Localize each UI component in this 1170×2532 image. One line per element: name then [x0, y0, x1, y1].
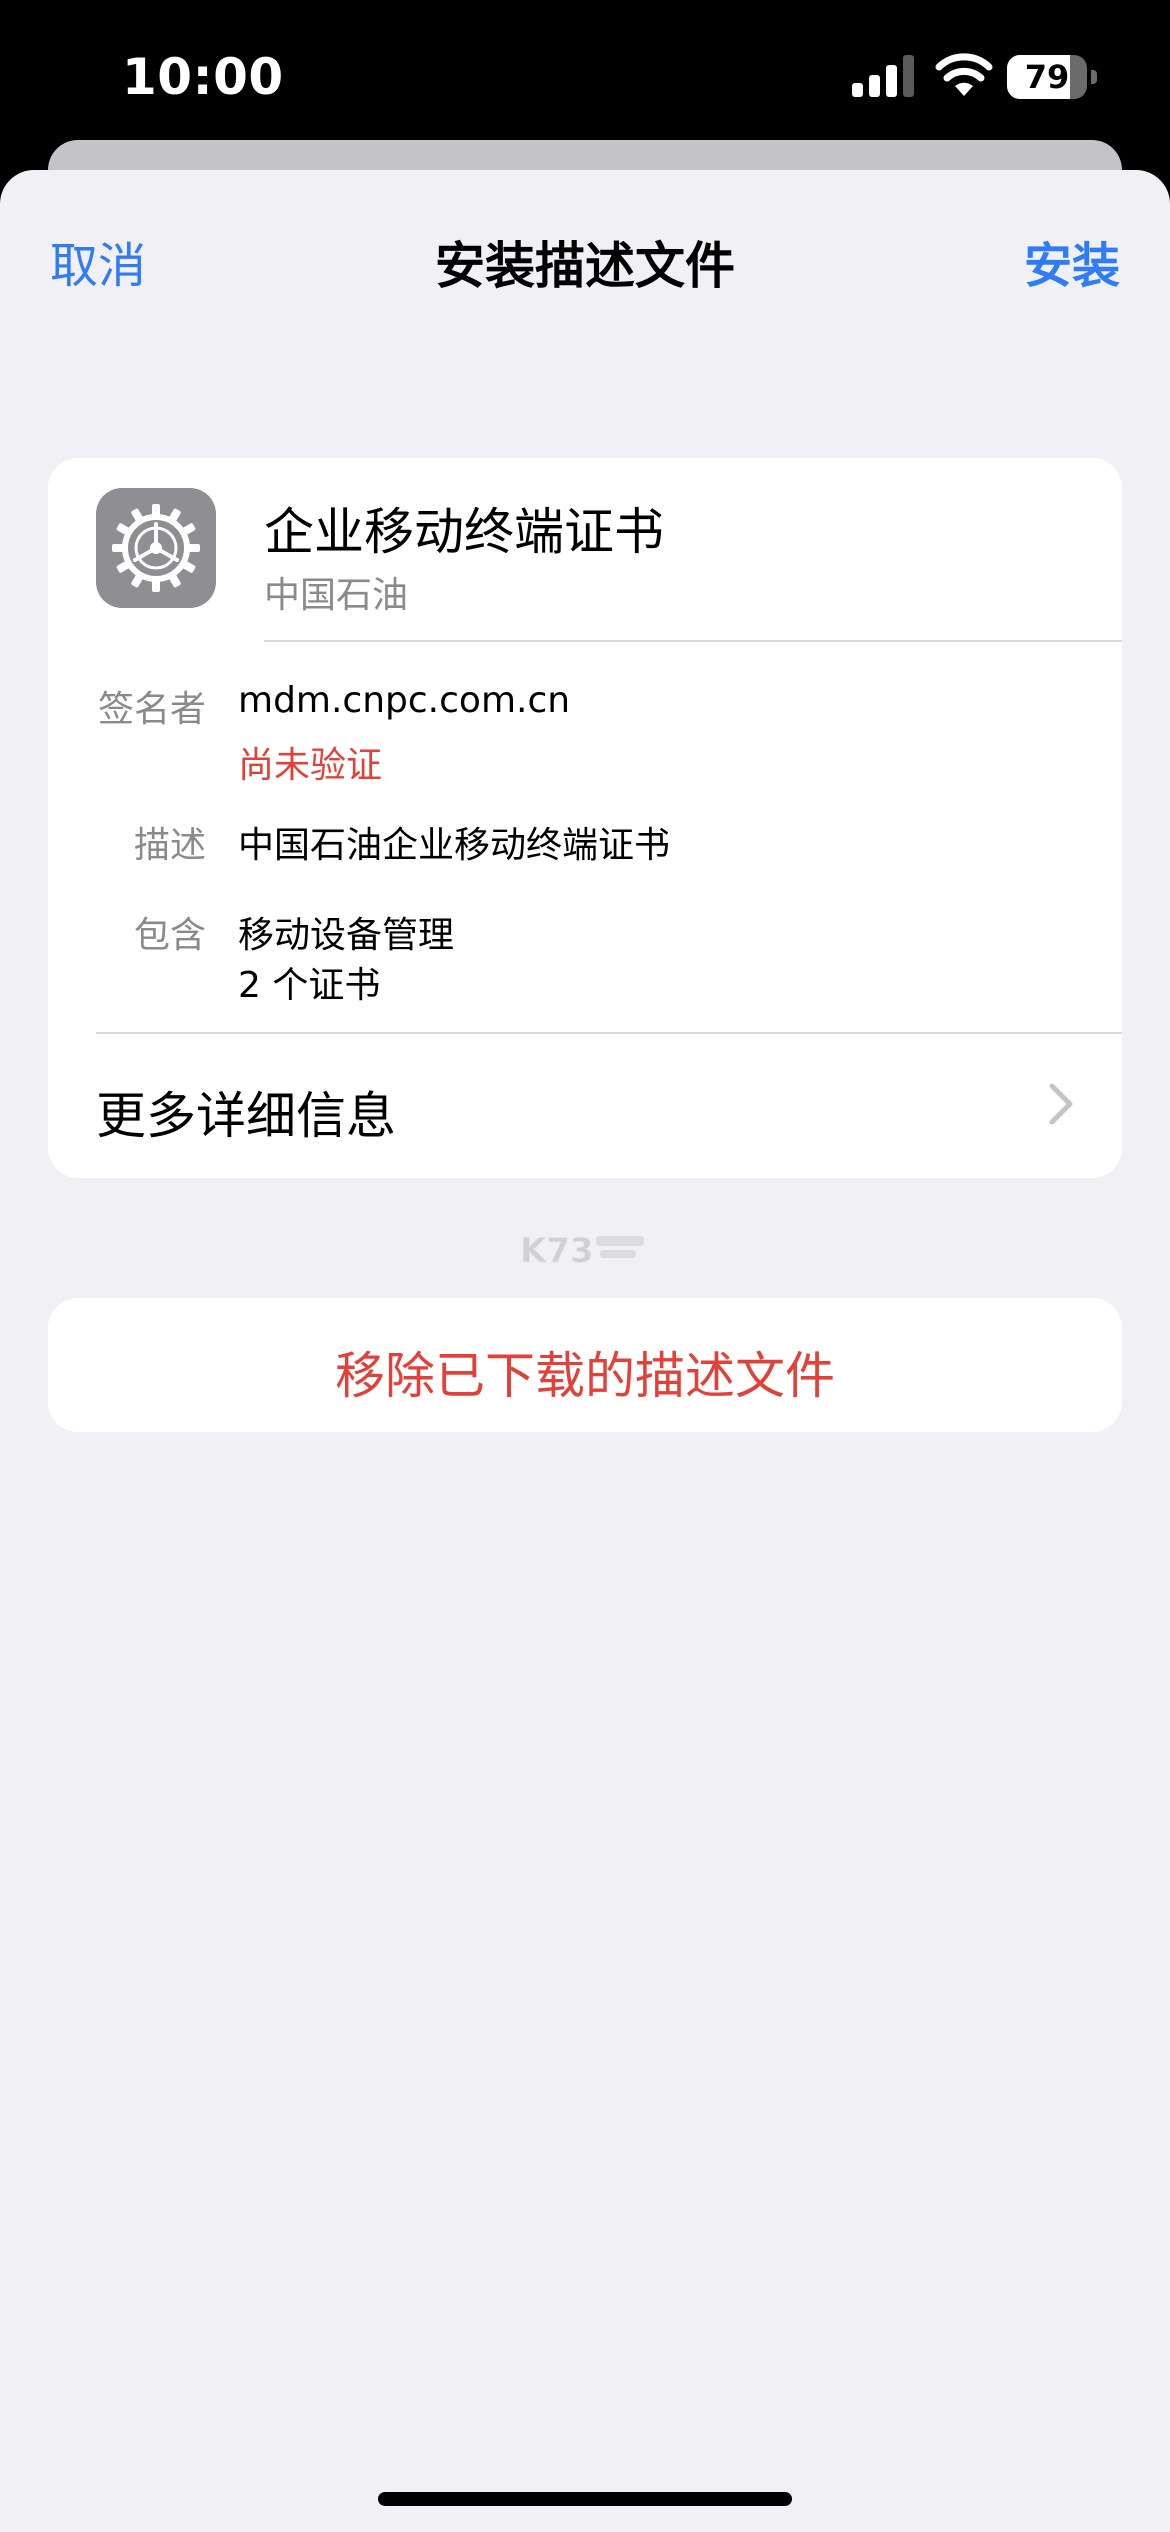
contains-value-mdm: 移动设备管理	[238, 915, 455, 956]
profile-organization: 中国石油	[264, 575, 409, 616]
signer-value: mdm.cnpc.com.cn	[238, 680, 571, 721]
install-profile-sheet: 取消 安装描述文件 安装 企业移动终端证书 中国石油 签名者 mdm.cnpc.…	[0, 170, 1170, 2532]
watermark-text: K73	[520, 1231, 594, 1271]
status-time: 10:00	[122, 48, 284, 106]
battery-indicator: 79	[1007, 55, 1099, 99]
chevron-right-icon	[1049, 1083, 1073, 1125]
description-value: 中国石油企业移动终端证书	[238, 825, 671, 866]
gear-icon	[112, 504, 200, 592]
battery-cap	[1091, 70, 1097, 84]
contains-value-certificates: 2 个证书	[238, 965, 381, 1006]
remove-profile-button[interactable]: 移除已下载的描述文件	[48, 1298, 1122, 1432]
signer-status: 尚未验证	[238, 745, 383, 786]
battery-body: 79	[1007, 55, 1087, 99]
divider	[264, 640, 1122, 642]
watermark-logo: K73	[520, 1231, 644, 1272]
status-bar: 10:00 79	[0, 0, 1170, 150]
install-button[interactable]: 安装	[1024, 226, 1120, 296]
profile-card: 企业移动终端证书 中国石油 签名者 mdm.cnpc.com.cn 尚未验证 描…	[48, 458, 1122, 1178]
settings-app-icon	[96, 488, 216, 608]
remove-profile-label: 移除已下载的描述文件	[335, 1347, 835, 1405]
wifi-icon	[935, 53, 993, 96]
contains-label: 包含	[133, 915, 206, 956]
page-title: 安装描述文件	[435, 237, 735, 295]
home-indicator	[378, 2492, 792, 2506]
description-label: 描述	[133, 825, 206, 866]
more-details-label: 更多详细信息	[96, 1087, 396, 1145]
cellular-signal-icon	[852, 55, 914, 97]
profile-name: 企业移动终端证书	[264, 503, 664, 561]
signer-label: 签名者	[97, 689, 206, 730]
more-details-row[interactable]: 更多详细信息	[48, 1034, 1122, 1178]
battery-level: 79	[1024, 58, 1070, 96]
